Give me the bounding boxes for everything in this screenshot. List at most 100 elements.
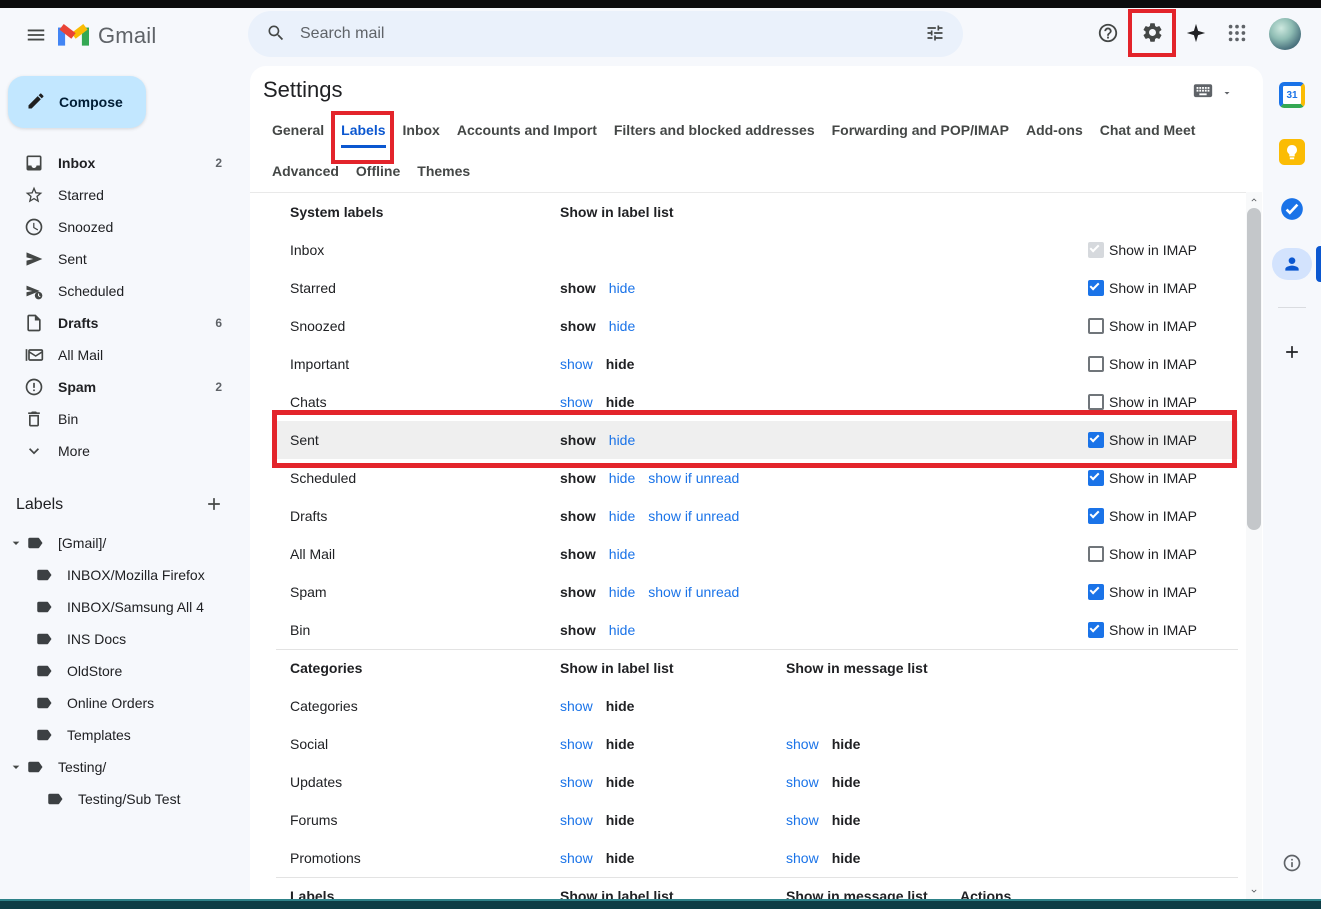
option-link-hide[interactable]: hide bbox=[609, 546, 635, 562]
sidebar-label-oldstore[interactable]: OldStore bbox=[0, 655, 250, 687]
show-hide-options: showhide bbox=[560, 774, 634, 790]
sidebar-item-inbox[interactable]: Inbox2 bbox=[0, 147, 250, 179]
expand-caret-icon[interactable] bbox=[8, 759, 24, 775]
show-hide-options: showhide bbox=[560, 698, 634, 714]
avatar[interactable] bbox=[1269, 18, 1301, 50]
option-link-hide[interactable]: hide bbox=[609, 584, 635, 600]
keyboard-icon bbox=[1192, 84, 1214, 106]
system-label-row-spam: Spamshowhideshow if unreadShow in IMAP bbox=[250, 573, 1246, 611]
create-label-button[interactable] bbox=[202, 493, 226, 517]
sidebar-label-inbox-mozilla-firefox[interactable]: INBOX/Mozilla Firefox bbox=[0, 559, 250, 591]
scrollbar-thumb[interactable] bbox=[1247, 208, 1261, 530]
option-link-hide[interactable]: hide bbox=[609, 280, 635, 296]
show-in-imap-checkbox[interactable] bbox=[1088, 318, 1104, 334]
get-add-ons-button[interactable] bbox=[1280, 340, 1304, 364]
sidebar-item-drafts[interactable]: Drafts6 bbox=[0, 307, 250, 339]
sidebar-item-more[interactable]: More bbox=[0, 435, 250, 467]
gemini-sparkle-button[interactable] bbox=[1176, 14, 1216, 54]
option-link-hide[interactable]: hide bbox=[609, 470, 635, 486]
sidebar-item-bin[interactable]: Bin bbox=[0, 403, 250, 435]
show-hide-options: showhide bbox=[560, 432, 635, 448]
show-in-imap-checkbox[interactable] bbox=[1088, 470, 1104, 486]
option-link-show[interactable]: show bbox=[560, 812, 593, 828]
show-in-imap-checkbox[interactable] bbox=[1088, 280, 1104, 296]
option-link-hide[interactable]: hide bbox=[609, 508, 635, 524]
sidebar-label-gmail[interactable]: [Gmail]/ bbox=[0, 527, 250, 559]
show-in-imap-checkbox[interactable] bbox=[1088, 546, 1104, 562]
tab-themes[interactable]: Themes bbox=[417, 163, 470, 186]
input-tools-toggle[interactable] bbox=[1192, 84, 1233, 106]
option-link-show[interactable]: show bbox=[560, 698, 593, 714]
settings-button[interactable] bbox=[1132, 14, 1172, 54]
google-apps-button[interactable] bbox=[1217, 14, 1257, 54]
option-link-hide[interactable]: hide bbox=[609, 432, 635, 448]
plus-icon bbox=[204, 494, 224, 517]
google-contacts-icon-active[interactable] bbox=[1272, 248, 1312, 280]
help-button[interactable] bbox=[1088, 14, 1128, 54]
option-link-show[interactable]: show bbox=[560, 394, 593, 410]
sidebar-item-scheduled[interactable]: Scheduled bbox=[0, 275, 250, 307]
option-link-show[interactable]: show bbox=[786, 812, 819, 828]
search-options-button[interactable] bbox=[917, 16, 953, 52]
show-in-imap-checkbox[interactable] bbox=[1088, 432, 1104, 448]
option-link-show-if-unread[interactable]: show if unread bbox=[648, 508, 739, 524]
show-in-imap-checkbox[interactable] bbox=[1088, 508, 1104, 524]
option-link-show[interactable]: show bbox=[786, 736, 819, 752]
option-link-show[interactable]: show bbox=[560, 774, 593, 790]
show-in-imap-checkbox[interactable] bbox=[1088, 584, 1104, 600]
sidebar-item-all-mail[interactable]: All Mail bbox=[0, 339, 250, 371]
tab-filters-and-blocked-addresses[interactable]: Filters and blocked addresses bbox=[614, 122, 815, 148]
search-input[interactable]: Search mail bbox=[300, 25, 917, 43]
tab-labels[interactable]: Labels bbox=[341, 122, 385, 148]
sidebar-item-spam[interactable]: Spam2 bbox=[0, 371, 250, 403]
draft-icon bbox=[24, 313, 44, 333]
sidebar-item-sent[interactable]: Sent bbox=[0, 243, 250, 275]
tab-inbox[interactable]: Inbox bbox=[403, 122, 440, 148]
option-selected-show: show bbox=[560, 584, 596, 600]
google-calendar-icon[interactable]: 31 bbox=[1279, 82, 1305, 108]
show-in-message-list-header: Show in message list bbox=[786, 660, 928, 676]
tab-add-ons[interactable]: Add-ons bbox=[1026, 122, 1083, 148]
option-link-show-if-unread[interactable]: show if unread bbox=[648, 470, 739, 486]
show-in-imap-checkbox[interactable] bbox=[1088, 622, 1104, 638]
sidebar-item-starred[interactable]: Starred bbox=[0, 179, 250, 211]
sidebar-label-testing-sub-test[interactable]: Testing/Sub Test bbox=[0, 783, 250, 815]
tab-chat-and-meet[interactable]: Chat and Meet bbox=[1100, 122, 1196, 148]
sidebar-label-templates[interactable]: Templates bbox=[0, 719, 250, 751]
sidebar-label-ins-docs[interactable]: INS Docs bbox=[0, 623, 250, 655]
show-in-imap-control: Show in IMAP bbox=[1088, 242, 1197, 258]
tab-accounts-and-import[interactable]: Accounts and Import bbox=[457, 122, 597, 148]
sidebar-label-inbox-samsung-all-4[interactable]: INBOX/Samsung All 4 bbox=[0, 591, 250, 623]
expand-caret-icon[interactable] bbox=[8, 535, 24, 551]
option-link-hide[interactable]: hide bbox=[609, 622, 635, 638]
option-link-show[interactable]: show bbox=[560, 356, 593, 372]
google-tasks-icon[interactable] bbox=[1279, 196, 1305, 222]
option-link-show-if-unread[interactable]: show if unread bbox=[648, 584, 739, 600]
scroll-down-arrow[interactable] bbox=[1246, 883, 1262, 899]
sidebar-label-testing[interactable]: Testing/ bbox=[0, 751, 250, 783]
main-menu-button[interactable] bbox=[16, 16, 56, 56]
show-in-imap-checkbox[interactable] bbox=[1088, 394, 1104, 410]
sidebar-label-online-orders[interactable]: Online Orders bbox=[0, 687, 250, 719]
google-keep-icon[interactable] bbox=[1279, 139, 1305, 165]
option-link-show[interactable]: show bbox=[786, 774, 819, 790]
gear-icon bbox=[1141, 21, 1164, 47]
option-link-show[interactable]: show bbox=[560, 736, 593, 752]
scroll-up-arrow[interactable] bbox=[1246, 192, 1262, 208]
tab-forwarding-and-pop-imap[interactable]: Forwarding and POP/IMAP bbox=[832, 122, 1009, 148]
compose-button[interactable]: Compose bbox=[8, 76, 146, 128]
sidebar-item-snoozed[interactable]: Snoozed bbox=[0, 211, 250, 243]
tab-offline[interactable]: Offline bbox=[356, 163, 400, 186]
unread-count: 6 bbox=[215, 316, 222, 330]
info-icon[interactable] bbox=[1281, 852, 1303, 874]
search-button[interactable] bbox=[258, 16, 294, 52]
tab-advanced[interactable]: Advanced bbox=[272, 163, 339, 186]
settings-scrollbar[interactable] bbox=[1246, 192, 1262, 899]
option-link-hide[interactable]: hide bbox=[609, 318, 635, 334]
show-in-imap-checkbox[interactable] bbox=[1088, 356, 1104, 372]
label-icon bbox=[35, 598, 53, 616]
option-link-show[interactable]: show bbox=[560, 850, 593, 866]
search-bar[interactable]: Search mail bbox=[248, 11, 963, 57]
tab-general[interactable]: General bbox=[272, 122, 324, 148]
option-link-show[interactable]: show bbox=[786, 850, 819, 866]
